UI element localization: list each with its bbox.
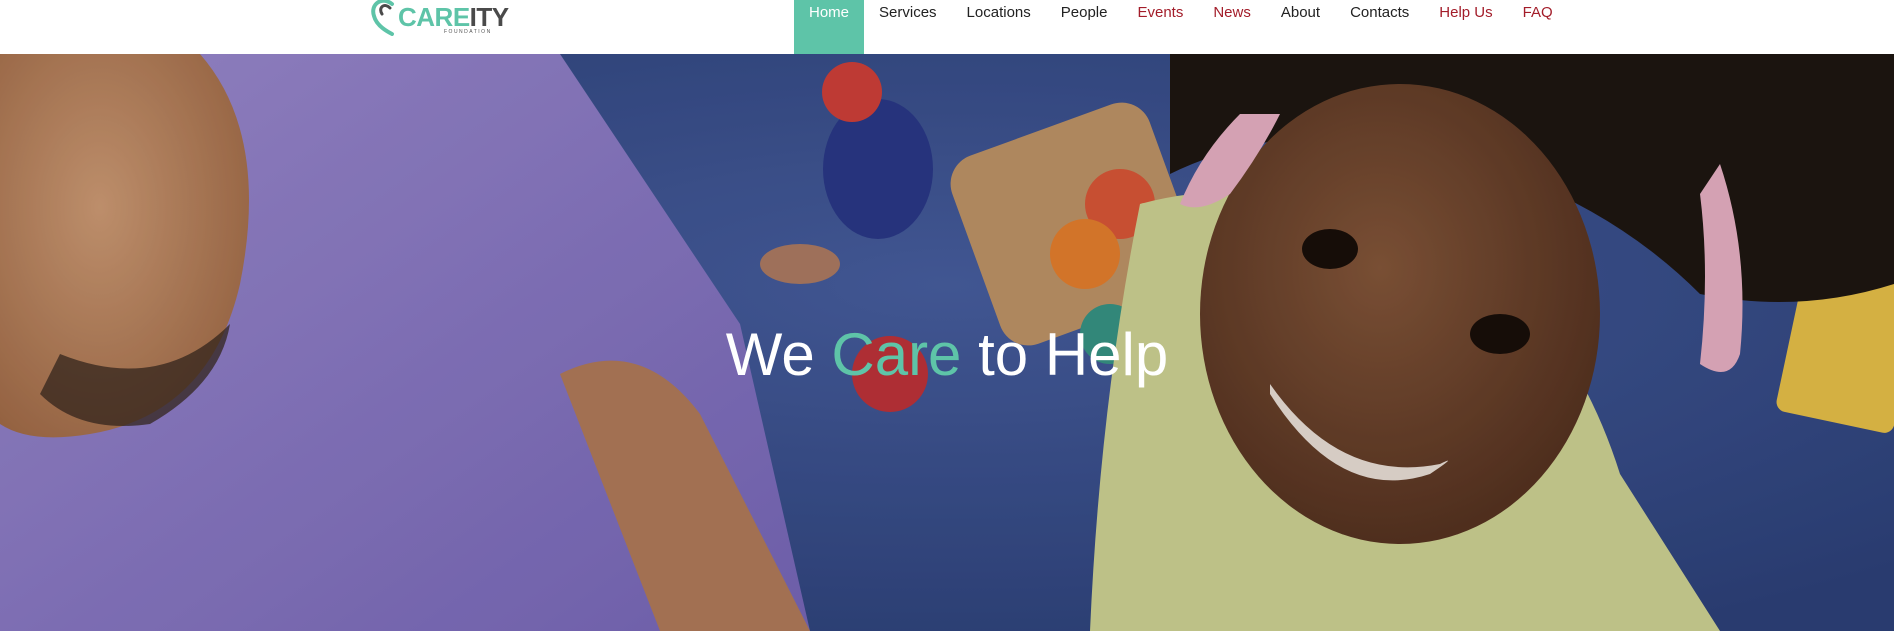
nav-item-locations[interactable]: Locations bbox=[952, 0, 1046, 54]
nav-item-people[interactable]: People bbox=[1046, 0, 1123, 54]
main-nav: Home Services Locations People Events Ne… bbox=[794, 0, 1568, 54]
logo-ity: ITY bbox=[469, 2, 509, 32]
navbar: CAREITY FOUNDATION Home Services Locatio… bbox=[0, 0, 1894, 54]
nav-item-contacts[interactable]: Contacts bbox=[1335, 0, 1424, 54]
nav-item-help-us[interactable]: Help Us bbox=[1424, 0, 1507, 54]
hero-title-post: to Help bbox=[961, 321, 1169, 388]
nav-item-services[interactable]: Services bbox=[864, 0, 952, 54]
hero-title-pre: We bbox=[725, 321, 832, 388]
logo-care: CARE bbox=[398, 2, 470, 32]
logo-subtitle: FOUNDATION bbox=[444, 29, 492, 35]
nav-item-home[interactable]: Home bbox=[794, 0, 865, 54]
logo-wordmark: CAREITY bbox=[398, 4, 509, 30]
nav-item-faq[interactable]: FAQ bbox=[1508, 0, 1568, 54]
nav-item-about[interactable]: About bbox=[1266, 0, 1335, 54]
hero-title: We Care to Help bbox=[0, 320, 1894, 390]
nav-item-news[interactable]: News bbox=[1198, 0, 1266, 54]
logo[interactable]: CAREITY FOUNDATION bbox=[370, 0, 509, 36]
hero-banner: We Care to Help bbox=[0, 54, 1894, 631]
nav-item-events[interactable]: Events bbox=[1122, 0, 1198, 54]
hero-title-accent: Care bbox=[831, 321, 962, 388]
